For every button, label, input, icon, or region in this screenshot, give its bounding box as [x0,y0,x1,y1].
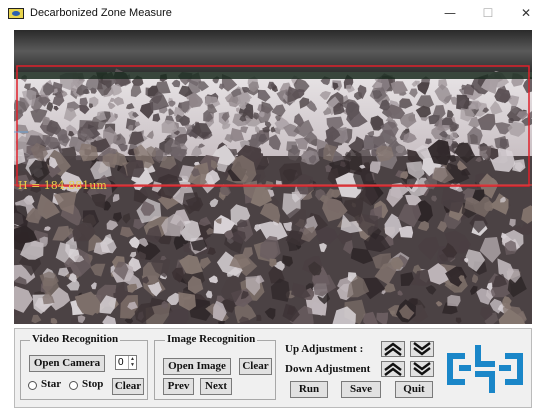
video-clear-button[interactable]: Clear [112,378,144,395]
title-bar: Decarbonized Zone Measure — ☐ ✕ [0,0,550,26]
double-chevron-down-icon [413,342,431,356]
double-chevron-down-icon [413,362,431,376]
spin-down-icon[interactable]: ▼ [129,362,136,368]
control-panel: Video Recognition Open Camera 0 ▲ ▼ Star… [14,328,532,408]
stop-label: Stop [82,378,104,390]
start-radio[interactable] [28,381,37,390]
up-adjust-down-button[interactable] [410,341,434,357]
up-adjust-up-button[interactable] [381,341,405,357]
quit-button[interactable]: Quit [395,381,433,398]
image-recognition-group: Image Recognition Open Image Clear Prev … [154,333,276,400]
minimize-button[interactable]: — [432,3,468,23]
stop-radio[interactable] [69,381,78,390]
video-recognition-group: Video Recognition Open Camera 0 ▲ ▼ Star… [20,333,148,400]
image-recognition-title: Image Recognition [165,333,258,345]
up-adjustment-label: Up Adjustment : [285,343,364,355]
down-adjust-up-button[interactable] [381,361,405,377]
measurement-label: H = 184.881um [18,179,107,192]
video-recognition-title: Video Recognition [30,333,121,345]
double-chevron-up-icon [384,342,402,356]
image-clear-button[interactable]: Clear [239,358,272,375]
down-adjustment-label: Down Adjustment [285,363,371,375]
next-button[interactable]: Next [200,378,232,395]
app-icon [8,7,24,19]
camera-index-spinner[interactable]: 0 ▲ ▼ [115,355,137,370]
save-button[interactable]: Save [341,381,381,398]
down-adjust-down-button[interactable] [410,361,434,377]
open-image-button[interactable]: Open Image [163,358,231,375]
logo-icon [447,345,523,393]
double-chevron-up-icon [384,362,402,376]
prev-button[interactable]: Prev [163,378,194,395]
micrograph-image: H = 184.881um [14,30,532,324]
start-label: Star [41,378,62,390]
maximize-button[interactable]: ☐ [470,3,506,23]
run-button[interactable]: Run [290,381,328,398]
spinner-arrows[interactable]: ▲ ▼ [128,356,136,369]
camera-index-value: 0 [118,357,124,368]
close-button[interactable]: ✕ [508,3,544,23]
image-viewer: H = 184.881um [14,30,532,324]
open-camera-button[interactable]: Open Camera [29,355,105,372]
window-title: Decarbonized Zone Measure [30,7,172,19]
